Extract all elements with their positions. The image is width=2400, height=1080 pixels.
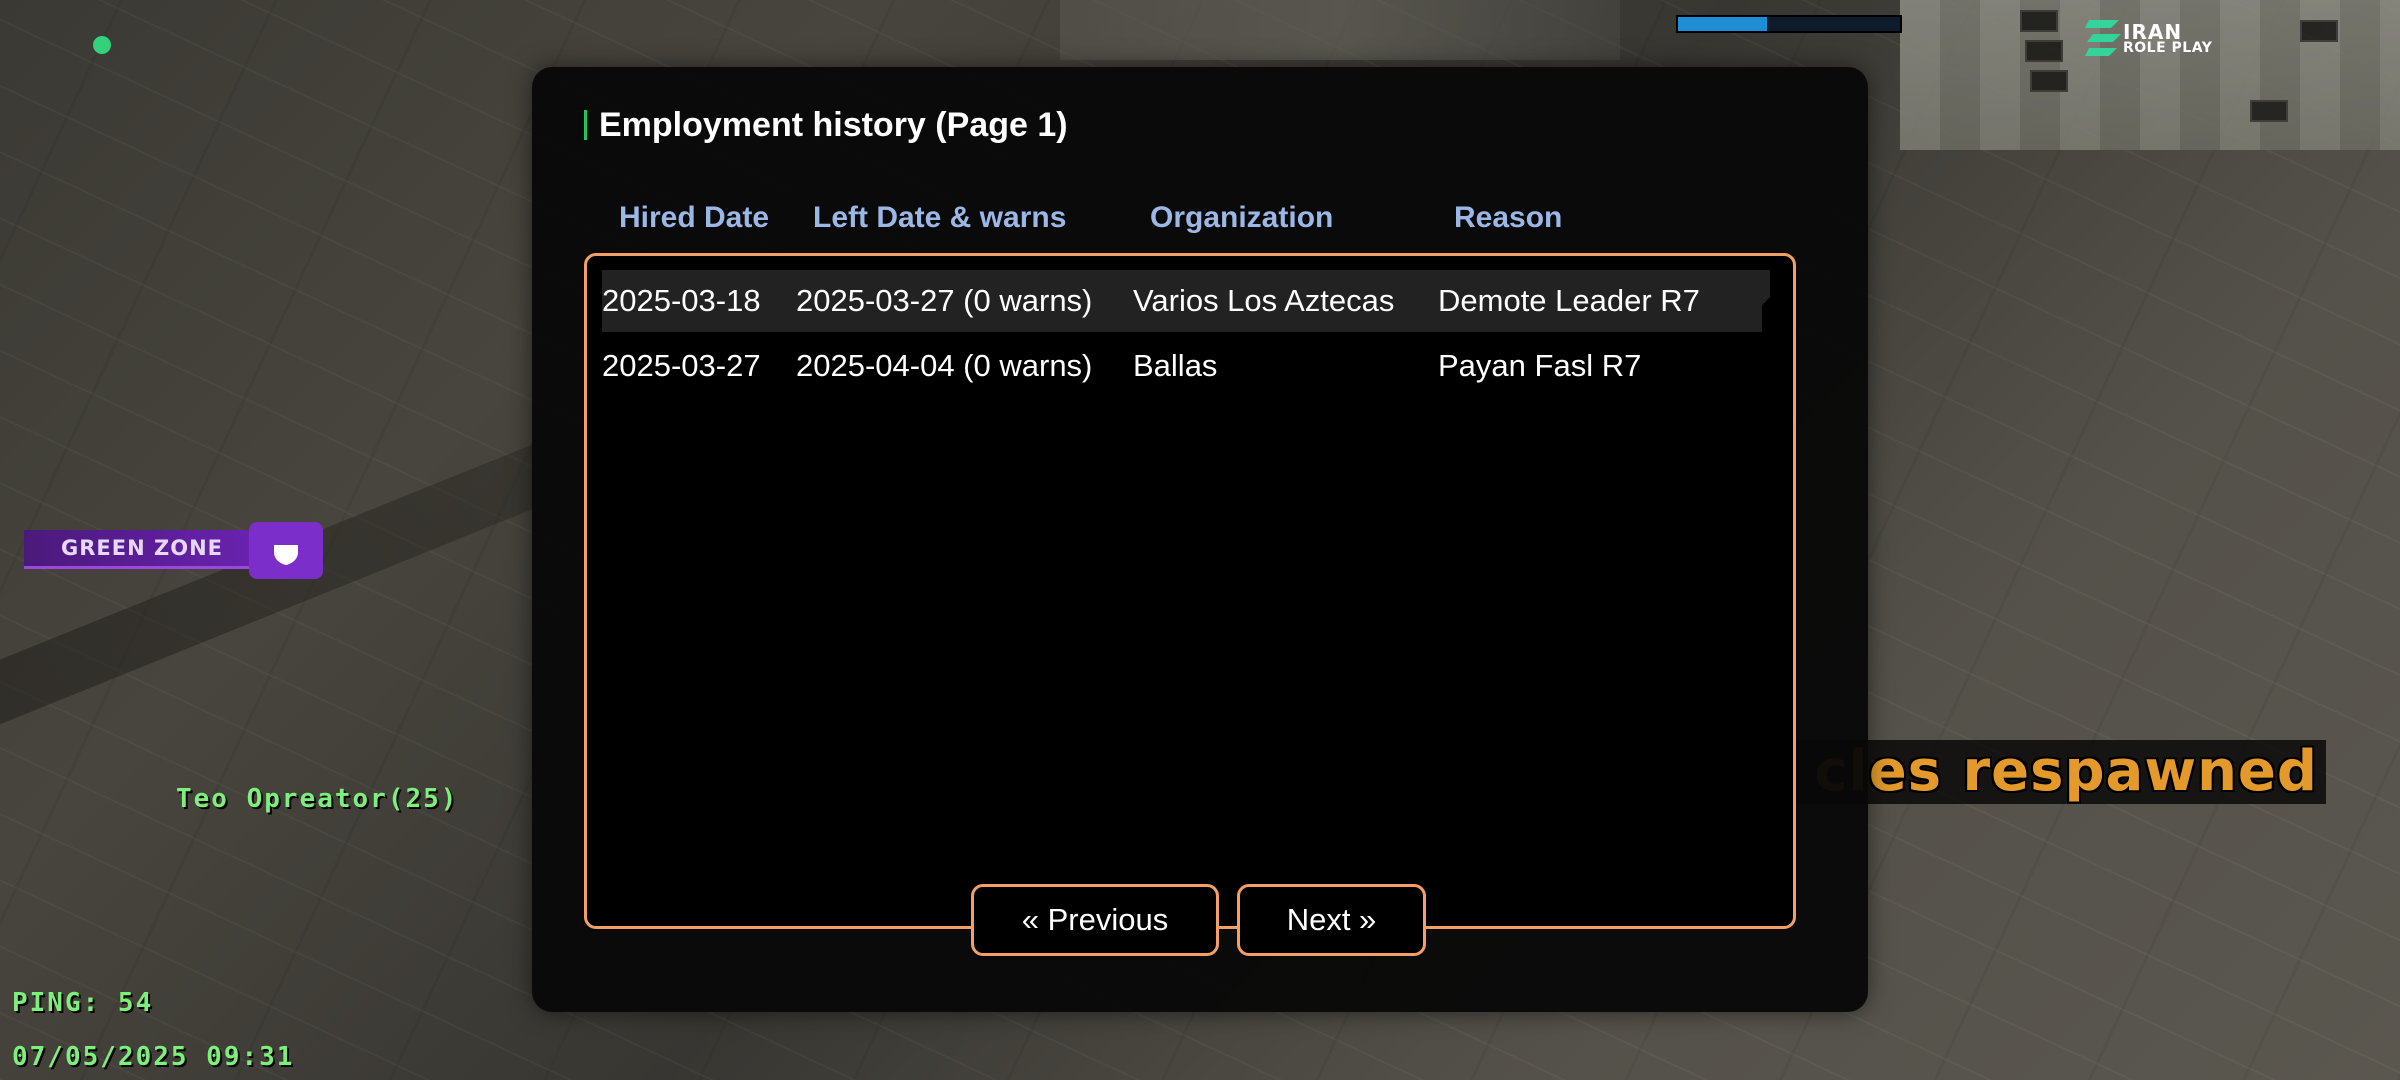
previous-page-button[interactable]: « Previous [971,884,1219,956]
dialog-title-text: Employment history (Page 1) [599,105,1068,144]
cell-organization: Ballas [1133,348,1218,383]
green-zone-badge [249,522,323,579]
rooftop-vent [2030,70,2068,92]
server-logo: IRAN ROLE PLAY [2085,16,2225,64]
column-header-left-date: Left Date & warns [813,201,1067,234]
background-building-left [1060,0,1620,60]
next-page-button[interactable]: Next » [1237,884,1426,956]
cell-organization: Varios Los Aztecas [1133,283,1395,318]
top-progress-fill [1678,17,1767,31]
cell-left-date: 2025-04-04 (0 warns) [796,348,1093,383]
column-header-organization: Organization [1150,201,1334,234]
player-name-tag: Teo Opreator(25) [176,784,459,814]
column-header-hired-date: Hired Date [619,201,770,234]
green-zone-indicator: GREEN ZONE [24,522,324,580]
table-row[interactable]: 2025-03-18 2025-03-27 (0 warns) Varios L… [602,270,1770,332]
employment-table: 2025-03-18 2025-03-27 (0 warns) Varios L… [584,253,1796,929]
cell-hired-date: 2025-03-27 [602,348,761,383]
rooftop-vent [2300,20,2338,42]
cell-left-date: 2025-03-27 (0 warns) [796,283,1093,318]
table-row[interactable]: 2025-03-27 2025-04-04 (0 warns) Ballas P… [602,335,1762,397]
logo-subtitle: ROLE PLAY [2123,40,2213,56]
rooftop-vent [2250,100,2288,122]
cell-reason: Demote Leader R7 [1438,283,1700,318]
shield-icon [274,537,298,565]
employment-history-dialog: Employment history (Page 1) Hired Date L… [532,67,1868,1012]
cell-reason: Payan Fasl R7 [1438,348,1642,383]
top-progress-bar [1676,15,1902,33]
logo-mark-icon [2085,20,2121,56]
announcement-label: cles respawned [1814,740,2318,804]
cell-hired-date: 2025-03-18 [602,283,761,318]
rooftop-vent [2020,10,2058,32]
dialog-title: Employment history (Page 1) [584,103,1068,147]
announcement-text: cles respawned [1792,740,2326,804]
status-dot [93,36,111,54]
title-accent-bar [584,110,587,140]
datetime-display: 07/05/2025 09:31 [12,1042,295,1072]
rooftop-vent [2025,40,2063,62]
ping-display: PING: 54 [12,988,154,1018]
column-header-reason: Reason [1454,201,1563,234]
green-zone-label: GREEN ZONE [24,530,260,569]
